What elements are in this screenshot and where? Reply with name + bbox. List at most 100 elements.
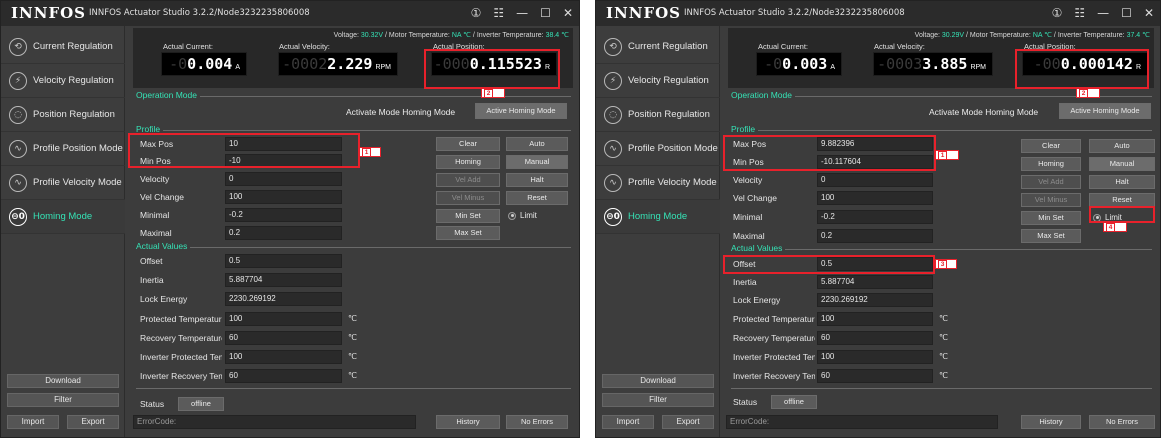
history-button[interactable]: History [436, 415, 500, 429]
auto-button[interactable]: Auto [1089, 139, 1155, 153]
offset-field[interactable]: 0.5 [225, 254, 342, 268]
inverter-protected-temperature-field[interactable]: 100 [225, 350, 342, 364]
active-homing-mode-button[interactable]: Active Homing Mode [475, 103, 567, 119]
sidebar-item-profile-velocity-mode[interactable]: ∿ Profile Velocity Mode [596, 166, 720, 200]
position-regulation-icon: ◌ [9, 105, 27, 124]
min-pos-label: Min Pos [733, 157, 764, 167]
max-pos-field[interactable]: 10 [225, 137, 342, 151]
clear-button[interactable]: Clear [436, 137, 500, 151]
homing-button[interactable]: Homing [436, 155, 500, 169]
maximize-icon[interactable]: ☐ [540, 5, 551, 21]
limit-radio[interactable]: Limit [1093, 213, 1122, 222]
error-code-field[interactable]: ErrorCode: [133, 415, 416, 429]
halt-button[interactable]: Halt [1089, 175, 1155, 189]
offset-field[interactable]: 0.5 [817, 257, 933, 271]
max-set-button[interactable]: Max Set [436, 226, 500, 240]
vel-change-field[interactable]: 100 [225, 190, 342, 204]
sidebar-item-profile-velocity-mode[interactable]: ∿ Profile Velocity Mode [1, 166, 125, 200]
inverter-protected-temperature-field[interactable]: 100 [817, 350, 933, 364]
actual-position-display: -0000.115523 R [431, 52, 557, 76]
clear-button[interactable]: Clear [1021, 139, 1081, 153]
velocity-field[interactable]: 0 [225, 172, 342, 186]
innfos-logo: INNFOS [11, 4, 86, 22]
sidebar-item-label: Position Regulation [628, 109, 710, 120]
menu-grid-icon[interactable]: ☷ [493, 5, 504, 21]
recovery-temperature-field[interactable]: 60 [817, 331, 933, 345]
no-errors-button[interactable]: No Errors [1089, 415, 1155, 429]
close-icon[interactable]: ✕ [563, 5, 573, 21]
actual-velocity-label: Actual Velocity: [279, 42, 330, 51]
sidebar-item-label: Current Regulation [33, 41, 113, 52]
min-set-button[interactable]: Min Set [1021, 211, 1081, 225]
auto-button[interactable]: Auto [506, 137, 568, 151]
info-icon[interactable]: ① [1052, 5, 1063, 21]
vel-change-field[interactable]: 100 [817, 191, 933, 205]
sidebar-item-profile-position-mode[interactable]: ∿ Profile Position Mode [596, 132, 720, 166]
min-pos-field[interactable]: -10.117604 [817, 155, 933, 169]
max-set-button[interactable]: Max Set [1021, 229, 1081, 243]
protected-temperature-field[interactable]: 100 [225, 312, 342, 326]
export-button[interactable]: Export [662, 415, 714, 429]
sidebar-item-position-regulation[interactable]: ◌ Position Regulation [596, 98, 720, 132]
sidebar-item-position-regulation[interactable]: ◌ Position Regulation [1, 98, 125, 132]
close-icon[interactable]: ✕ [1144, 5, 1154, 21]
manual-button[interactable]: Manual [1089, 157, 1155, 171]
maximize-icon[interactable]: ☐ [1121, 5, 1132, 21]
sidebar-item-current-regulation[interactable]: ⟲ Current Regulation [596, 30, 720, 64]
inverter-recovery-temperature-field[interactable]: 60 [225, 369, 342, 383]
recovery-temperature-label: Recovery Temperature [733, 333, 815, 343]
manual-button[interactable]: Manual [506, 155, 568, 169]
history-button[interactable]: History [1021, 415, 1081, 429]
sidebar-item-homing-mode[interactable]: ⊖0 Homing Mode [1, 200, 125, 234]
info-icon[interactable]: ① [471, 5, 482, 21]
maximal-field[interactable]: 0.2 [817, 229, 933, 243]
import-button[interactable]: Import [7, 415, 59, 429]
sidebar-item-velocity-regulation[interactable]: ⚡ Velocity Regulation [1, 64, 125, 98]
actual-current-label: Actual Current: [758, 42, 809, 51]
inertia-field[interactable]: 5.887704 [225, 273, 342, 287]
actual-position-label: Actual Position: [433, 42, 485, 51]
export-button[interactable]: Export [67, 415, 119, 429]
download-button[interactable]: Download [602, 374, 714, 388]
reset-button[interactable]: Reset [1089, 193, 1155, 207]
sidebar-item-profile-position-mode[interactable]: ∿ Profile Position Mode [1, 132, 125, 166]
minimize-icon[interactable]: — [516, 5, 528, 21]
inverter-recovery-temperature-unit: ℃ [348, 371, 357, 380]
inertia-field[interactable]: 5.887704 [817, 275, 933, 289]
limit-radio[interactable]: Limit [508, 211, 537, 220]
minimize-icon[interactable]: — [1097, 5, 1109, 21]
radio-dot-icon [1093, 213, 1101, 222]
inverter-recovery-temperature-field[interactable]: 60 [817, 369, 933, 383]
velocity-field[interactable]: 0 [817, 173, 933, 187]
lock-energy-field[interactable]: 2230.269192 [225, 292, 342, 306]
maximal-field[interactable]: 0.2 [225, 226, 342, 240]
actual-current-display: -00.004 A [161, 52, 247, 76]
sidebar-item-homing-mode[interactable]: ⊖0 Homing Mode [596, 200, 720, 234]
sidebar-item-current-regulation[interactable]: ⟲ Current Regulation [1, 30, 125, 64]
max-pos-field[interactable]: 9.882396 [817, 137, 933, 151]
menu-grid-icon[interactable]: ☷ [1074, 5, 1085, 21]
download-button[interactable]: Download [7, 374, 119, 388]
inverter-recovery-temperature-label: Inverter Recovery Temperature [733, 371, 815, 381]
no-errors-button[interactable]: No Errors [506, 415, 568, 429]
lock-energy-field[interactable]: 2230.269192 [817, 293, 933, 307]
filter-button[interactable]: Filter [7, 393, 119, 407]
minimal-field[interactable]: -0.2 [225, 208, 342, 222]
vel-minus-button[interactable]: Vel Minus [1021, 193, 1081, 207]
sidebar-item-velocity-regulation[interactable]: ⚡ Velocity Regulation [596, 64, 720, 98]
import-button[interactable]: Import [602, 415, 654, 429]
filter-button[interactable]: Filter [602, 393, 714, 407]
recovery-temperature-field[interactable]: 60 [225, 331, 342, 345]
active-homing-mode-button[interactable]: Active Homing Mode [1059, 103, 1151, 119]
halt-button[interactable]: Halt [506, 173, 568, 187]
minimal-field[interactable]: -0.2 [817, 210, 933, 224]
min-set-button[interactable]: Min Set [436, 209, 500, 223]
vel-add-button[interactable]: Vel Add [1021, 175, 1081, 189]
protected-temperature-field[interactable]: 100 [817, 312, 933, 326]
vel-add-button[interactable]: Vel Add [436, 173, 500, 187]
min-pos-field[interactable]: -10 [225, 154, 342, 168]
error-code-field[interactable]: ErrorCode: [726, 415, 998, 429]
homing-button[interactable]: Homing [1021, 157, 1081, 171]
vel-minus-button[interactable]: Vel Minus [436, 191, 500, 205]
reset-button[interactable]: Reset [506, 191, 568, 205]
